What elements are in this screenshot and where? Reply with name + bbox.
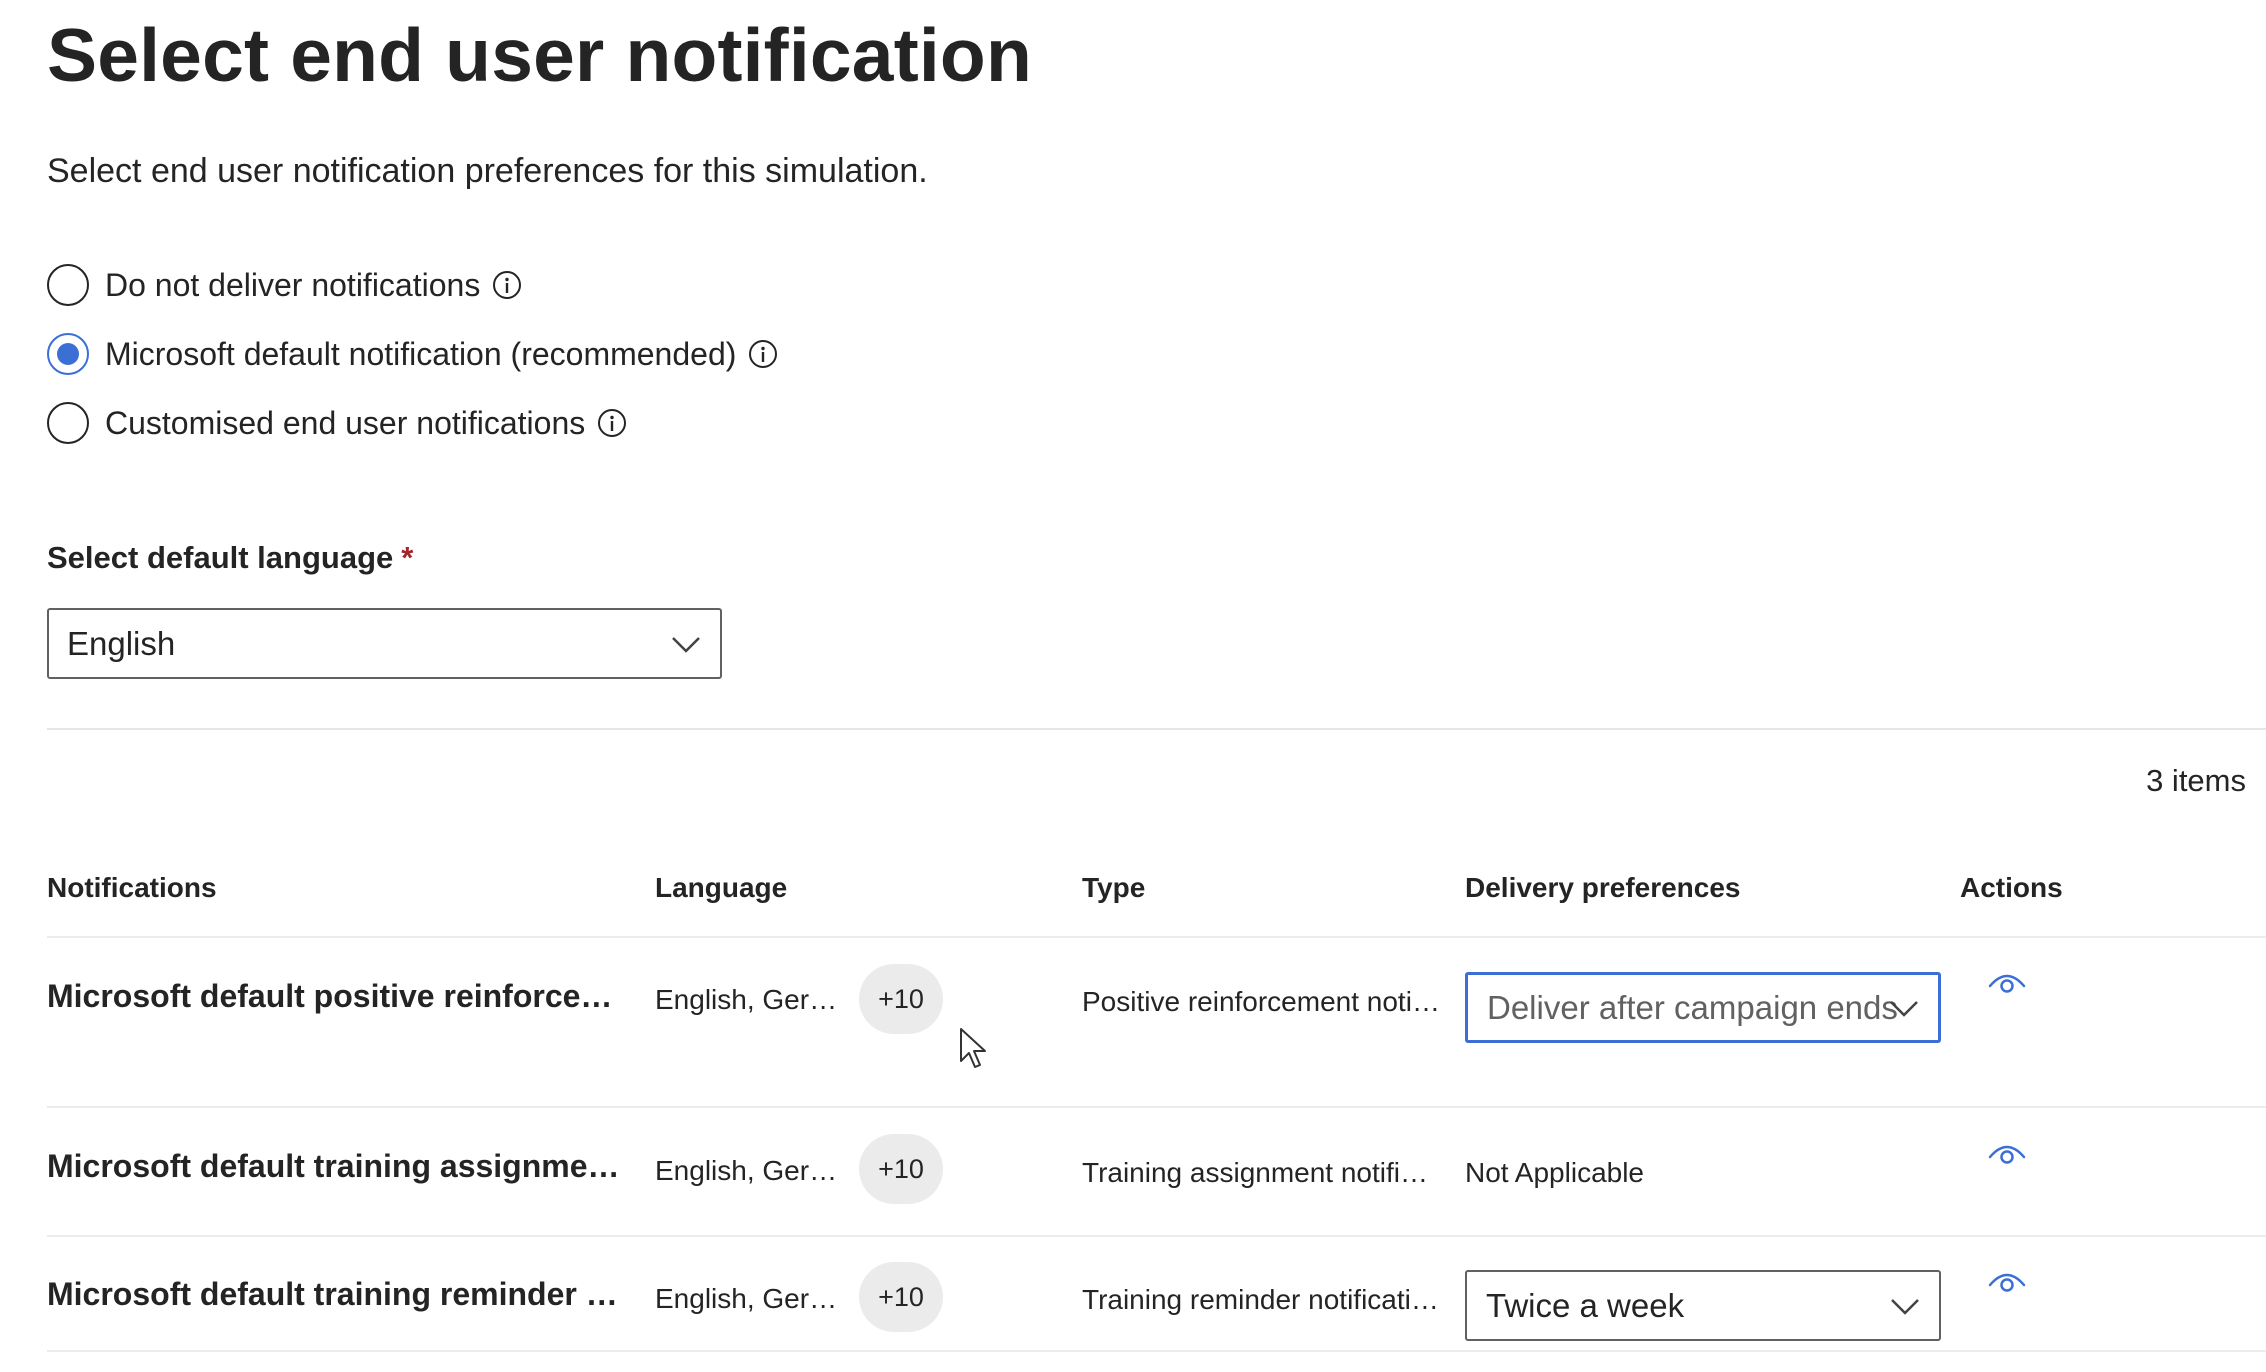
more-languages-badge[interactable]: +10	[859, 1262, 943, 1332]
delivery-preference-value: Twice a week	[1486, 1286, 1685, 1324]
column-header-actions: Actions	[1960, 872, 2063, 903]
eye-icon[interactable]	[1987, 1139, 2027, 1169]
column-header-type[interactable]: Type	[1082, 872, 1145, 904]
row-divider	[47, 1106, 2266, 1108]
radio-label: Microsoft default notification (recommen…	[105, 335, 737, 372]
chevron-down-icon	[1890, 1000, 1918, 1017]
header-divider	[47, 936, 2266, 938]
radio-label: Do not deliver notifications	[105, 266, 481, 303]
notification-language: English, German...	[655, 1283, 855, 1314]
language-dropdown[interactable]: English	[47, 608, 722, 679]
section-divider	[47, 728, 2266, 730]
chevron-down-icon	[1891, 1298, 1919, 1315]
radio-customised[interactable]: Customised end user notifications	[47, 400, 627, 446]
column-header-notifications[interactable]: Notifications	[47, 872, 217, 904]
column-header-delivery[interactable]: Delivery preferences	[1465, 872, 1741, 904]
info-icon[interactable]	[492, 270, 522, 300]
page-subtitle: Select end user notification preferences…	[47, 152, 928, 190]
language-dropdown-value: English	[67, 624, 176, 662]
notification-name[interactable]: Microsoft default training reminder not.…	[47, 1276, 637, 1313]
notification-type: Positive reinforcement notifi...	[1082, 986, 1442, 1017]
info-icon[interactable]	[748, 339, 778, 369]
radio-button[interactable]	[47, 264, 89, 306]
language-field-label: Select default language *	[47, 540, 414, 575]
notification-name[interactable]: Microsoft default training assignment n.…	[47, 1148, 637, 1185]
chevron-down-icon	[672, 636, 700, 653]
delivery-preference-text: Not Applicable	[1465, 1157, 1645, 1188]
delivery-preference-value: Deliver after campaign ends	[1487, 988, 1898, 1026]
item-count: 3 items	[2146, 763, 2246, 798]
radio-do-not-deliver[interactable]: Do not deliver notifications	[47, 262, 522, 308]
delivery-preference-dropdown[interactable]: Twice a week	[1465, 1270, 1941, 1341]
more-languages-badge[interactable]: +10	[859, 1134, 943, 1204]
eye-icon[interactable]	[1987, 1267, 2027, 1297]
mouse-cursor-icon	[960, 1028, 986, 1068]
notification-type: Training reminder notification	[1082, 1284, 1442, 1315]
notification-type: Training assignment notificat...	[1082, 1157, 1442, 1188]
row-divider	[47, 1350, 2266, 1352]
notification-page: Select end user notification Select end …	[47, 0, 2266, 1372]
radio-microsoft-default[interactable]: Microsoft default notification (recommen…	[47, 331, 778, 377]
row-divider	[47, 1235, 2266, 1237]
notification-name[interactable]: Microsoft default positive reinforcemen.…	[47, 978, 637, 1015]
info-icon[interactable]	[597, 408, 627, 438]
radio-button-selected[interactable]	[47, 333, 89, 375]
notification-language: English, German...	[655, 984, 855, 1015]
delivery-preference-dropdown[interactable]: Deliver after campaign ends	[1465, 972, 1941, 1043]
eye-icon[interactable]	[1987, 968, 2027, 998]
radio-button[interactable]	[47, 402, 89, 444]
radio-label: Customised end user notifications	[105, 404, 586, 441]
required-mark: *	[401, 540, 414, 575]
page-title: Select end user notification	[47, 13, 1032, 97]
column-header-language[interactable]: Language	[655, 872, 787, 904]
more-languages-badge[interactable]: +10	[859, 964, 943, 1034]
notification-language: English, German...	[655, 1155, 855, 1186]
